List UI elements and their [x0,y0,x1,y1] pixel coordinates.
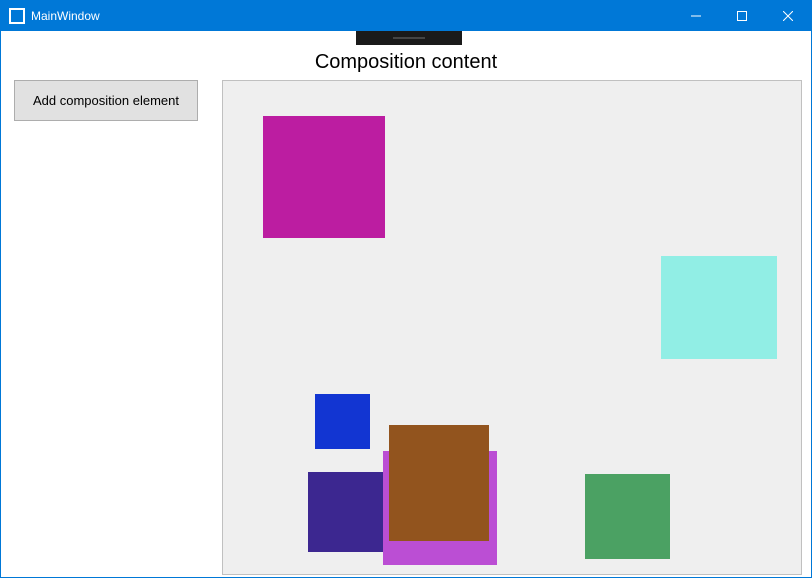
add-button-label: Add composition element [33,93,179,108]
maximize-button[interactable] [719,1,765,31]
brown-square[interactable] [389,425,489,541]
close-button[interactable] [765,1,811,31]
cyan-square[interactable] [661,256,777,359]
app-icon [9,8,25,24]
main-window: MainWindow Composition content Add compo… [0,0,812,578]
client-area: Composition content Add composition elem… [2,31,810,576]
blue-square[interactable] [315,394,370,449]
add-composition-element-button[interactable]: Add composition element [14,80,198,121]
green-square[interactable] [585,474,670,559]
magenta-square[interactable] [263,116,385,238]
grip-icon [393,37,425,39]
debug-strip [356,31,462,45]
composition-canvas[interactable] [222,80,802,575]
minimize-button[interactable] [673,1,719,31]
indigo-square[interactable] [308,472,388,552]
title-bar[interactable]: MainWindow [1,1,811,31]
content-heading: Composition content [2,51,810,74]
window-title: MainWindow [31,9,100,23]
